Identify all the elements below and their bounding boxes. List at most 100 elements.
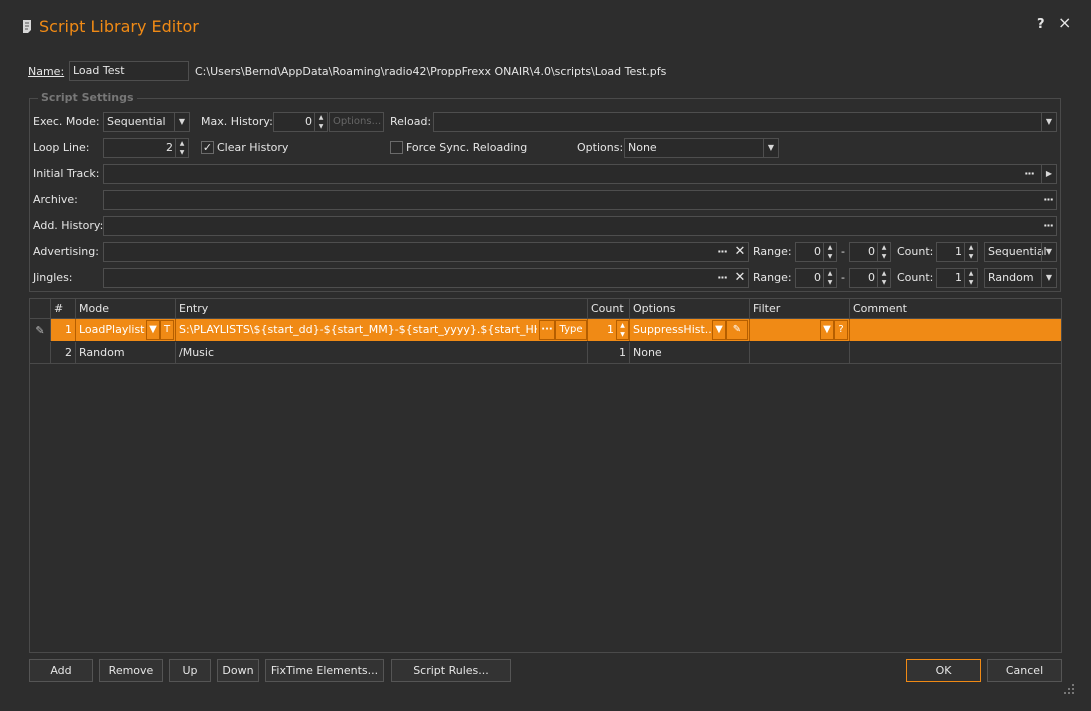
- grid-header-filter[interactable]: Filter: [750, 299, 850, 319]
- chevron-down-icon[interactable]: ▼: [1041, 113, 1056, 131]
- chevron-down-icon[interactable]: ▼: [1041, 243, 1056, 261]
- ellipsis-icon[interactable]: ···: [1022, 165, 1036, 183]
- chevron-down-icon[interactable]: ▼: [763, 139, 778, 157]
- options-dropdown-button[interactable]: ▼: [712, 320, 726, 340]
- row-filter[interactable]: [750, 342, 850, 364]
- reload-select[interactable]: ▼: [433, 112, 1057, 132]
- range-dash: -: [841, 245, 845, 258]
- ok-button[interactable]: OK: [906, 659, 981, 682]
- advertising-count-label: Count:: [897, 245, 934, 258]
- row-mode-value: LoadPlaylist: [79, 323, 145, 336]
- jingles-range-to[interactable]: 0 ▲ ▼: [849, 268, 891, 288]
- advertising-range-from[interactable]: 0 ▲ ▼: [795, 242, 837, 262]
- script-rules-button[interactable]: Script Rules...: [391, 659, 511, 682]
- window-title: Script Library Editor: [39, 17, 199, 36]
- play-arrow-icon[interactable]: ▶: [1041, 165, 1056, 183]
- add-history-input[interactable]: ···: [103, 216, 1057, 236]
- spinner[interactable]: ▲ ▼: [877, 269, 890, 287]
- max-history-spinner[interactable]: ▲ ▼: [314, 113, 327, 131]
- exec-mode-label: Exec. Mode:: [33, 115, 100, 128]
- fixtime-elements-button[interactable]: FixTime Elements...: [265, 659, 384, 682]
- row-entry-value: S:\PLAYLISTS\${start_dd}-${start_MM}-${s…: [179, 323, 537, 336]
- advertising-count[interactable]: 1 ▲ ▼: [936, 242, 978, 262]
- row-comment[interactable]: [850, 319, 1061, 341]
- row-num: 2: [51, 342, 76, 364]
- clear-icon[interactable]: ✕: [733, 269, 747, 287]
- cancel-button[interactable]: Cancel: [987, 659, 1062, 682]
- reload-label: Reload:: [390, 115, 432, 128]
- row-mode[interactable]: Random: [76, 342, 176, 364]
- clear-history-label: Clear History: [217, 141, 289, 154]
- row-count[interactable]: 1: [588, 342, 630, 364]
- grid-header-entry[interactable]: Entry: [176, 299, 588, 319]
- ellipsis-icon[interactable]: ···: [1041, 191, 1055, 209]
- resize-grip-icon[interactable]: [1063, 683, 1075, 695]
- grid-header-mode[interactable]: Mode: [76, 299, 176, 319]
- loop-line-spinner[interactable]: ▲ ▼: [175, 139, 188, 157]
- mode-t-button[interactable]: T: [160, 320, 174, 340]
- row-entry[interactable]: S:\PLAYLISTS\${start_dd}-${start_MM}-${s…: [176, 319, 588, 341]
- spinner[interactable]: ▲ ▼: [964, 269, 977, 287]
- clear-history-checkbox[interactable]: ✓: [201, 141, 214, 154]
- remove-button[interactable]: Remove: [99, 659, 163, 682]
- row-comment[interactable]: [850, 342, 1061, 364]
- ellipsis-icon[interactable]: ···: [715, 269, 729, 287]
- title-bar: Script Library Editor ? ×: [0, 0, 1091, 52]
- jingles-mode-select[interactable]: Random ▼: [984, 268, 1057, 288]
- options-select[interactable]: None ▼: [624, 138, 779, 158]
- name-input[interactable]: Load Test: [69, 61, 189, 81]
- jingles-input[interactable]: ··· ✕: [103, 268, 749, 288]
- chevron-down-icon[interactable]: ▼: [174, 113, 189, 131]
- row-indicator: [30, 342, 51, 364]
- filter-dropdown-button[interactable]: ▼: [820, 320, 834, 340]
- force-sync-label: Force Sync. Reloading: [406, 141, 528, 154]
- mode-dropdown-button[interactable]: ▼: [146, 320, 160, 340]
- options-edit-icon[interactable]: ✎: [726, 320, 748, 340]
- force-sync-checkbox[interactable]: [390, 141, 403, 154]
- initial-track-input[interactable]: ··· ▶: [103, 164, 1057, 184]
- filter-help-button[interactable]: ?: [834, 320, 848, 340]
- grid-header-comment[interactable]: Comment: [850, 299, 1061, 319]
- row-options[interactable]: None: [630, 342, 750, 364]
- exec-mode-select[interactable]: Sequential ▼: [103, 112, 190, 132]
- advertising-mode-select[interactable]: Sequential ▼: [984, 242, 1057, 262]
- jingles-range-from[interactable]: 0 ▲ ▼: [795, 268, 837, 288]
- max-history-input[interactable]: 0 ▲ ▼: [273, 112, 328, 132]
- entry-type-button[interactable]: Type: [555, 320, 587, 340]
- archive-input[interactable]: ···: [103, 190, 1057, 210]
- advertising-input[interactable]: ··· ✕: [103, 242, 749, 262]
- range-dash: -: [841, 271, 845, 284]
- jingles-range-label: Range:: [753, 271, 792, 284]
- clear-icon[interactable]: ✕: [733, 243, 747, 261]
- ellipsis-icon[interactable]: ···: [715, 243, 729, 261]
- row-num: 1: [51, 319, 76, 341]
- max-history-options-button[interactable]: Options...: [329, 112, 384, 132]
- jingles-count-value: 1: [955, 271, 962, 284]
- entry-ellipsis-button[interactable]: ···: [539, 320, 555, 340]
- grid-header-options[interactable]: Options: [630, 299, 750, 319]
- row-count-value: 1: [607, 323, 614, 336]
- up-button[interactable]: Up: [169, 659, 211, 682]
- spinner[interactable]: ▲ ▼: [964, 243, 977, 261]
- ellipsis-icon[interactable]: ···: [1041, 217, 1055, 235]
- spinner[interactable]: ▲ ▼: [823, 269, 836, 287]
- grid-header-num[interactable]: #: [51, 299, 76, 319]
- close-button[interactable]: ×: [1058, 15, 1071, 31]
- add-button[interactable]: Add: [29, 659, 93, 682]
- advertising-range-to[interactable]: 0 ▲ ▼: [849, 242, 891, 262]
- pencil-icon: ✎: [35, 323, 45, 337]
- count-spinner[interactable]: ▲ ▼: [616, 320, 629, 340]
- help-button[interactable]: ?: [1037, 18, 1045, 32]
- spinner[interactable]: ▲ ▼: [877, 243, 890, 261]
- down-button[interactable]: Down: [217, 659, 259, 682]
- grid-header-count[interactable]: Count: [588, 299, 630, 319]
- app-script-icon: [20, 18, 34, 34]
- jingles-count[interactable]: 1 ▲ ▼: [936, 268, 978, 288]
- spinner[interactable]: ▲ ▼: [823, 243, 836, 261]
- row-entry[interactable]: /Music: [176, 342, 588, 364]
- loop-line-input[interactable]: 2 ▲ ▼: [103, 138, 189, 158]
- chevron-down-icon[interactable]: ▼: [1041, 269, 1056, 287]
- advertising-mode-value: Sequential: [988, 245, 1047, 258]
- advertising-count-value: 1: [955, 245, 962, 258]
- jingles-mode-value: Random: [988, 271, 1034, 284]
